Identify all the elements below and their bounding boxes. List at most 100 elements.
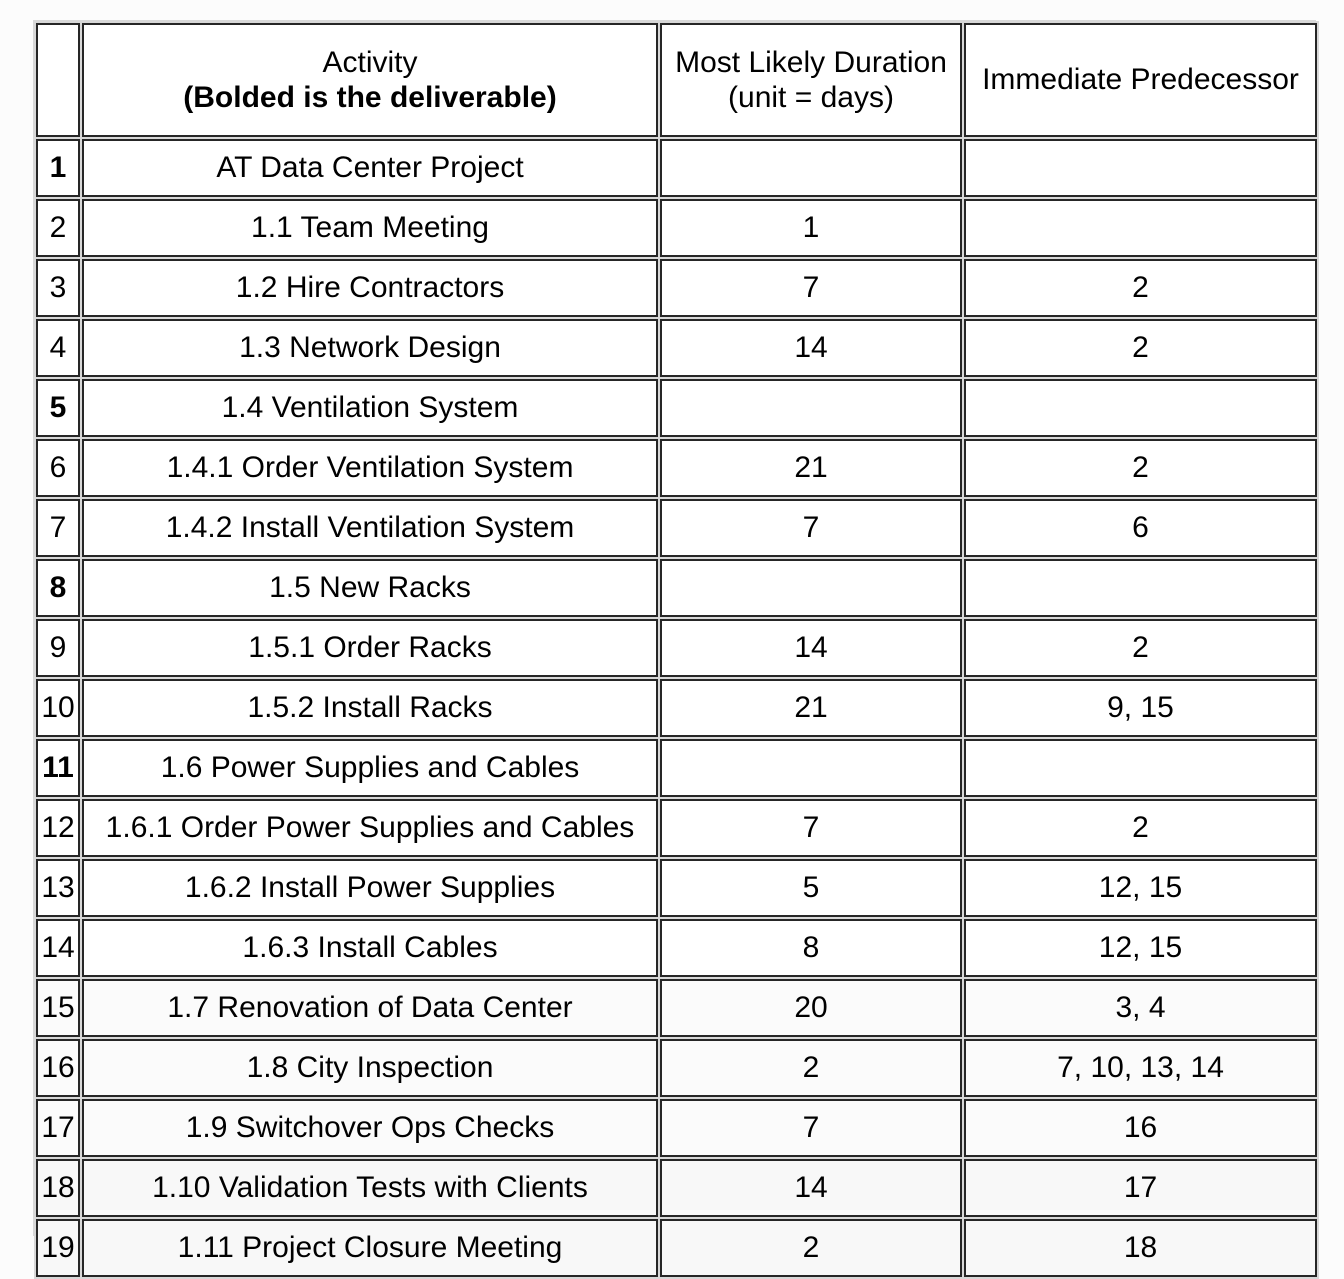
table-row: 14 1.6.3 Install Cables 8 12, 15 bbox=[36, 919, 1317, 977]
table-row: 12 1.6.1 Order Power Supplies and Cables 7… bbox=[36, 799, 1317, 857]
predecessor-cell: 2 bbox=[964, 319, 1317, 377]
predecessor-cell: 6 bbox=[964, 499, 1317, 557]
table-row: 15 1.7 Renovation of Data Center 20 3, 4 bbox=[36, 979, 1317, 1037]
column-header-activity-line1: Activity bbox=[322, 45, 418, 79]
activity-cell: 1.6.1 Order Power Supplies and Cables bbox=[82, 799, 658, 857]
row-index-cell: 14 bbox=[36, 919, 80, 977]
header-row: Activity (Bolded is the deliverable) Mos… bbox=[36, 23, 1317, 137]
table-row: 3 1.2 Hire Contractors 7 2 bbox=[36, 259, 1317, 317]
row-index-cell: 11 bbox=[36, 739, 80, 797]
duration-cell: 14 bbox=[660, 319, 962, 377]
row-index-cell: 18 bbox=[36, 1159, 80, 1217]
row-index-cell: 3 bbox=[36, 259, 80, 317]
column-header-duration-line2: (unit = days) bbox=[728, 81, 894, 114]
column-header-index bbox=[36, 23, 80, 137]
duration-cell bbox=[660, 739, 962, 797]
row-index-cell: 15 bbox=[36, 979, 80, 1037]
row-index-cell: 13 bbox=[36, 859, 80, 917]
duration-cell: 21 bbox=[660, 439, 962, 497]
column-header-activity: Activity (Bolded is the deliverable) bbox=[82, 23, 658, 137]
table-row: 10 1.5.2 Install Racks 21 9, 15 bbox=[36, 679, 1317, 737]
duration-cell: 14 bbox=[660, 1159, 962, 1217]
activity-cell: 1.6.2 Install Power Supplies bbox=[82, 859, 658, 917]
activity-cell: 1.8 City Inspection bbox=[82, 1039, 658, 1097]
predecessor-cell bbox=[964, 199, 1317, 257]
row-index-cell: 9 bbox=[36, 619, 80, 677]
duration-cell: 7 bbox=[660, 499, 962, 557]
duration-cell: 7 bbox=[660, 799, 962, 857]
duration-cell: 20 bbox=[660, 979, 962, 1037]
table-row: 4 1.3 Network Design 14 2 bbox=[36, 319, 1317, 377]
duration-cell: 1 bbox=[660, 199, 962, 257]
activity-cell: 1.9 Switchover Ops Checks bbox=[82, 1099, 658, 1157]
duration-cell bbox=[660, 559, 962, 617]
column-header-predecessor-label: Immediate Predecessor bbox=[982, 63, 1299, 97]
table-row: 1 AT Data Center Project bbox=[36, 139, 1317, 197]
column-header-activity-line2: (Bolded is the deliverable) bbox=[183, 81, 557, 114]
predecessor-cell: 12, 15 bbox=[964, 859, 1317, 917]
duration-cell: 8 bbox=[660, 919, 962, 977]
predecessor-cell bbox=[964, 739, 1317, 797]
row-index-cell: 8 bbox=[36, 559, 80, 617]
table-row: 18 1.10 Validation Tests with Clients 14 17 bbox=[36, 1159, 1317, 1217]
duration-cell: 14 bbox=[660, 619, 962, 677]
activity-cell: 1.4.2 Install Ventilation System bbox=[82, 499, 658, 557]
row-index-cell: 1 bbox=[36, 139, 80, 197]
duration-cell: 7 bbox=[660, 259, 962, 317]
predecessor-cell: 2 bbox=[964, 259, 1317, 317]
table-row: 9 1.5.1 Order Racks 14 2 bbox=[36, 619, 1317, 677]
wbs-table: Activity (Bolded is the deliverable) Mos… bbox=[34, 21, 1319, 1279]
row-index-cell: 16 bbox=[36, 1039, 80, 1097]
row-index-cell: 2 bbox=[36, 199, 80, 257]
activity-cell: 1.6.3 Install Cables bbox=[82, 919, 658, 977]
predecessor-cell: 7, 10, 13, 14 bbox=[964, 1039, 1317, 1097]
predecessor-cell: 9, 15 bbox=[964, 679, 1317, 737]
activity-cell: AT Data Center Project bbox=[82, 139, 658, 197]
sheet-canvas: Activity (Bolded is the deliverable) Mos… bbox=[0, 0, 1344, 1279]
duration-cell: 7 bbox=[660, 1099, 962, 1157]
duration-cell: 5 bbox=[660, 859, 962, 917]
activity-cell: 1.10 Validation Tests with Clients bbox=[82, 1159, 658, 1217]
table-row: 5 1.4 Ventilation System bbox=[36, 379, 1317, 437]
duration-cell bbox=[660, 379, 962, 437]
row-index-cell: 5 bbox=[36, 379, 80, 437]
table-row: 2 1.1 Team Meeting 1 bbox=[36, 199, 1317, 257]
predecessor-cell: 2 bbox=[964, 439, 1317, 497]
table-row: 11 1.6 Power Supplies and Cables bbox=[36, 739, 1317, 797]
row-index-cell: 19 bbox=[36, 1219, 80, 1277]
table-row: 8 1.5 New Racks bbox=[36, 559, 1317, 617]
activity-cell: 1.4.1 Order Ventilation System bbox=[82, 439, 658, 497]
activity-cell: 1.5.1 Order Racks bbox=[82, 619, 658, 677]
predecessor-cell: 3, 4 bbox=[964, 979, 1317, 1037]
row-index-cell: 10 bbox=[36, 679, 80, 737]
table-row: 6 1.4.1 Order Ventilation System 21 2 bbox=[36, 439, 1317, 497]
table-head: Activity (Bolded is the deliverable) Mos… bbox=[36, 23, 1317, 137]
column-header-duration-line1: Most Likely Duration bbox=[675, 45, 947, 79]
duration-cell: 21 bbox=[660, 679, 962, 737]
activity-cell: 1.7 Renovation of Data Center bbox=[82, 979, 658, 1037]
table-body: 1 AT Data Center Project 2 1.1 Team Meeting… bbox=[36, 139, 1317, 1277]
activity-cell: 1.11 Project Closure Meeting bbox=[82, 1219, 658, 1277]
activity-cell: 1.5 New Racks bbox=[82, 559, 658, 617]
predecessor-cell: 17 bbox=[964, 1159, 1317, 1217]
predecessor-cell: 2 bbox=[964, 619, 1317, 677]
row-index-cell: 6 bbox=[36, 439, 80, 497]
duration-cell: 2 bbox=[660, 1219, 962, 1277]
table-row: 13 1.6.2 Install Power Supplies 5 12, 15 bbox=[36, 859, 1317, 917]
row-index-cell: 4 bbox=[36, 319, 80, 377]
predecessor-cell bbox=[964, 379, 1317, 437]
predecessor-cell bbox=[964, 559, 1317, 617]
table-frame: Activity (Bolded is the deliverable) Mos… bbox=[33, 20, 1319, 1279]
duration-cell bbox=[660, 139, 962, 197]
table-row: 19 1.11 Project Closure Meeting 2 18 bbox=[36, 1219, 1317, 1277]
predecessor-cell: 18 bbox=[964, 1219, 1317, 1277]
row-index-cell: 7 bbox=[36, 499, 80, 557]
column-header-predecessor: Immediate Predecessor bbox=[964, 23, 1317, 137]
row-index-cell: 17 bbox=[36, 1099, 80, 1157]
activity-cell: 1.6 Power Supplies and Cables bbox=[82, 739, 658, 797]
activity-cell: 1.3 Network Design bbox=[82, 319, 658, 377]
duration-cell: 2 bbox=[660, 1039, 962, 1097]
activity-cell: 1.1 Team Meeting bbox=[82, 199, 658, 257]
row-index-cell: 12 bbox=[36, 799, 80, 857]
predecessor-cell: 12, 15 bbox=[964, 919, 1317, 977]
